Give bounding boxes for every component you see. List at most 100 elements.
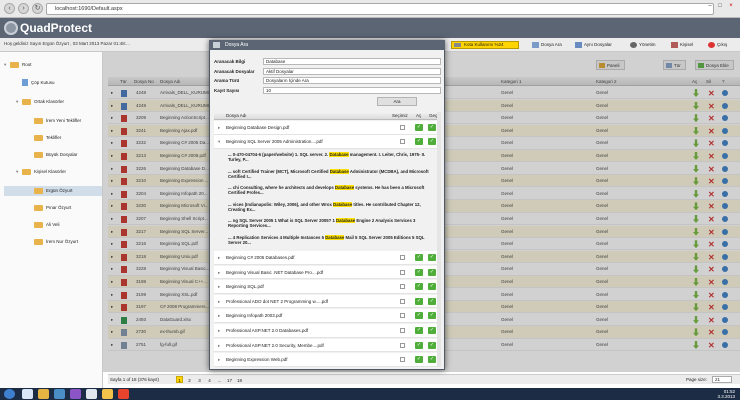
page-link[interactable]: 4 — [206, 377, 213, 384]
result-select-checkbox[interactable] — [400, 269, 405, 275]
result-expand-icon[interactable]: ▾ — [218, 135, 220, 148]
start-icon[interactable] — [4, 389, 15, 399]
open-icon[interactable]: ✓ — [415, 268, 423, 276]
address-bar[interactable]: localhost:1690/Default.aspx — [46, 3, 714, 15]
tree-node[interactable]: ▾ Kişisel Klasörler — [4, 167, 102, 177]
tree-node[interactable]: Pınar Özyurt — [4, 203, 102, 213]
minimize-button[interactable]: – — [706, 2, 714, 10]
open-icon[interactable]: ✓ — [415, 138, 423, 145]
result-file-name[interactable]: Professional ADO dot NET 2 Programming w… — [226, 295, 328, 308]
open-icon[interactable]: ✓ — [415, 341, 423, 349]
result-select-checkbox[interactable] — [400, 255, 405, 260]
go-icon[interactable]: ✓ — [428, 356, 436, 364]
result-expand-icon[interactable]: ▸ — [218, 280, 220, 293]
go-icon[interactable]: ✓ — [428, 124, 436, 131]
refresh-button[interactable]: ↻ — [32, 3, 43, 14]
personal-button[interactable]: Kişisel — [671, 40, 693, 50]
result-select-checkbox[interactable] — [400, 125, 405, 130]
result-select-checkbox[interactable] — [400, 298, 405, 304]
tree-node[interactable]: Çöp Kutusu — [4, 78, 102, 88]
taskbar-explorer-icon[interactable] — [38, 389, 49, 399]
result-select-checkbox[interactable] — [400, 357, 405, 363]
open-icon[interactable]: ✓ — [415, 297, 423, 305]
page-size-input[interactable]: 21 — [712, 376, 732, 383]
open-icon[interactable]: ✓ — [415, 356, 423, 364]
taskbar-vs-icon[interactable] — [70, 389, 81, 399]
open-icon[interactable]: ✓ — [415, 254, 423, 261]
tree-node[interactable]: Teklifler — [4, 133, 102, 143]
open-icon[interactable]: ✓ — [415, 283, 423, 291]
result-expand-icon[interactable]: ▸ — [218, 266, 220, 279]
result-row[interactable]: ▾ Beginning SQL Server 2005 Administratio… — [214, 135, 440, 149]
taskbar-media-icon[interactable] — [54, 389, 65, 399]
go-icon[interactable]: ✓ — [428, 327, 436, 334]
result-file-name[interactable]: Beginning Visual Basic .NET Database Pro… — [226, 266, 323, 279]
tree-node[interactable]: ▾ Root — [4, 60, 102, 70]
go-icon[interactable]: ✓ — [428, 254, 436, 261]
result-row[interactable]: ▸ Beginning Visual Basic .NET Database Pr… — [214, 265, 440, 280]
page-link[interactable]: 3 — [196, 377, 203, 384]
tree-node[interactable]: Ergün Özyurt — [4, 186, 102, 196]
go-icon[interactable]: ✓ — [428, 138, 436, 145]
result-file-name[interactable]: Beginning Expression Web.pdf — [226, 353, 287, 366]
results-scrollbar[interactable] — [437, 112, 441, 367]
page-link[interactable]: 18 — [236, 377, 243, 384]
open-icon[interactable]: ✓ — [415, 312, 423, 320]
go-icon[interactable]: ✓ — [428, 312, 436, 320]
open-icon[interactable]: ✓ — [415, 124, 423, 131]
tree-node[interactable]: Ali Veli — [4, 220, 102, 230]
result-expand-icon[interactable]: ▸ — [218, 121, 220, 134]
result-file-name[interactable]: Beginning Database Design.pdf — [226, 121, 289, 134]
taskbar-ie-icon[interactable] — [22, 389, 33, 399]
result-expand-icon[interactable]: ▸ — [218, 251, 220, 264]
search-files-button[interactable]: Dosya Ara — [532, 40, 562, 50]
result-file-name[interactable]: Professional ASP.NET 2.0 Databases.pdf — [226, 324, 308, 337]
result-row[interactable]: ▸ Professional ADO dot NET 2 Programming … — [214, 294, 440, 309]
result-row[interactable]: ▸ Beginning C# 2005 Databases.pdf ✓ ✓ — [214, 251, 440, 265]
close-window-button[interactable]: × — [727, 2, 735, 10]
go-icon[interactable]: ✓ — [428, 268, 436, 276]
result-select-checkbox[interactable] — [400, 342, 405, 348]
go-icon[interactable]: ✓ — [428, 283, 436, 291]
page-link[interactable]: 2 — [186, 377, 193, 384]
result-file-name[interactable]: Professional ASP.NET 2.0 Security, Membe… — [226, 339, 324, 352]
result-expand-icon[interactable]: ▸ — [218, 324, 220, 337]
maximize-button[interactable]: □ — [716, 2, 724, 10]
taskbar-word-icon[interactable] — [86, 389, 97, 399]
result-select-checkbox[interactable] — [400, 139, 405, 144]
result-expand-icon[interactable]: ▸ — [218, 309, 220, 322]
admin-button[interactable]: Yönetim — [630, 40, 656, 50]
result-row[interactable]: ▸ Professional ASP.NET 2.0 Databases.pdf ✓… — [214, 324, 440, 338]
page-link[interactable]: ... — [216, 377, 223, 384]
result-select-checkbox[interactable] — [400, 328, 405, 333]
page-link[interactable]: 17 — [226, 377, 233, 384]
form-select[interactable]: Aktif Dosyalar — [263, 67, 441, 75]
back-button[interactable]: ‹ — [4, 3, 15, 14]
result-row[interactable]: ▸ Professional ASP.NET 2.0 Security, Memb… — [214, 338, 440, 353]
logout-button[interactable]: Çıkış — [708, 40, 727, 50]
result-row[interactable]: ▸ Beginning Infopath 2003.pdf ✓ ✓ — [214, 309, 440, 323]
result-row[interactable]: ▸ Beginning Expression Web.pdf ✓ ✓ — [214, 353, 440, 367]
go-icon[interactable]: ✓ — [428, 297, 436, 305]
result-file-name[interactable]: Beginning C# 2005 Databases.pdf — [226, 251, 295, 264]
duplicate-files-button[interactable]: Aynı Dosyalar — [575, 40, 612, 50]
taskbar-notes-icon[interactable] — [102, 389, 113, 399]
result-file-name[interactable]: Beginning SQL.pdf — [226, 280, 264, 293]
result-expand-icon[interactable]: ▸ — [218, 339, 220, 352]
open-icon[interactable]: ✓ — [415, 327, 423, 334]
result-select-checkbox[interactable] — [400, 284, 405, 290]
form-select[interactable]: 10 — [263, 86, 441, 94]
result-file-name[interactable]: Beginning Infopath 2003.pdf — [226, 309, 282, 322]
tree-node[interactable]: İrem Yeni Teklifler — [4, 116, 102, 126]
tree-node[interactable]: İrem Nur Özyurt — [4, 237, 102, 247]
go-icon[interactable]: ✓ — [428, 341, 436, 349]
result-file-name[interactable]: Beginning SQL Server 2005 Administration… — [226, 135, 323, 148]
form-select[interactable]: Dosyaların İçinde Ara — [263, 77, 441, 84]
taskbar-app-icon[interactable] — [118, 389, 129, 399]
result-expand-icon[interactable]: ▸ — [218, 295, 220, 308]
result-select-checkbox[interactable] — [400, 313, 405, 319]
tree-node[interactable]: Büyük Dosyalar — [4, 150, 102, 160]
tree-node[interactable]: ▾ Ortak Klasörler — [4, 97, 102, 107]
search-term-input[interactable]: Database — [263, 58, 441, 65]
forward-button[interactable]: › — [18, 3, 29, 14]
